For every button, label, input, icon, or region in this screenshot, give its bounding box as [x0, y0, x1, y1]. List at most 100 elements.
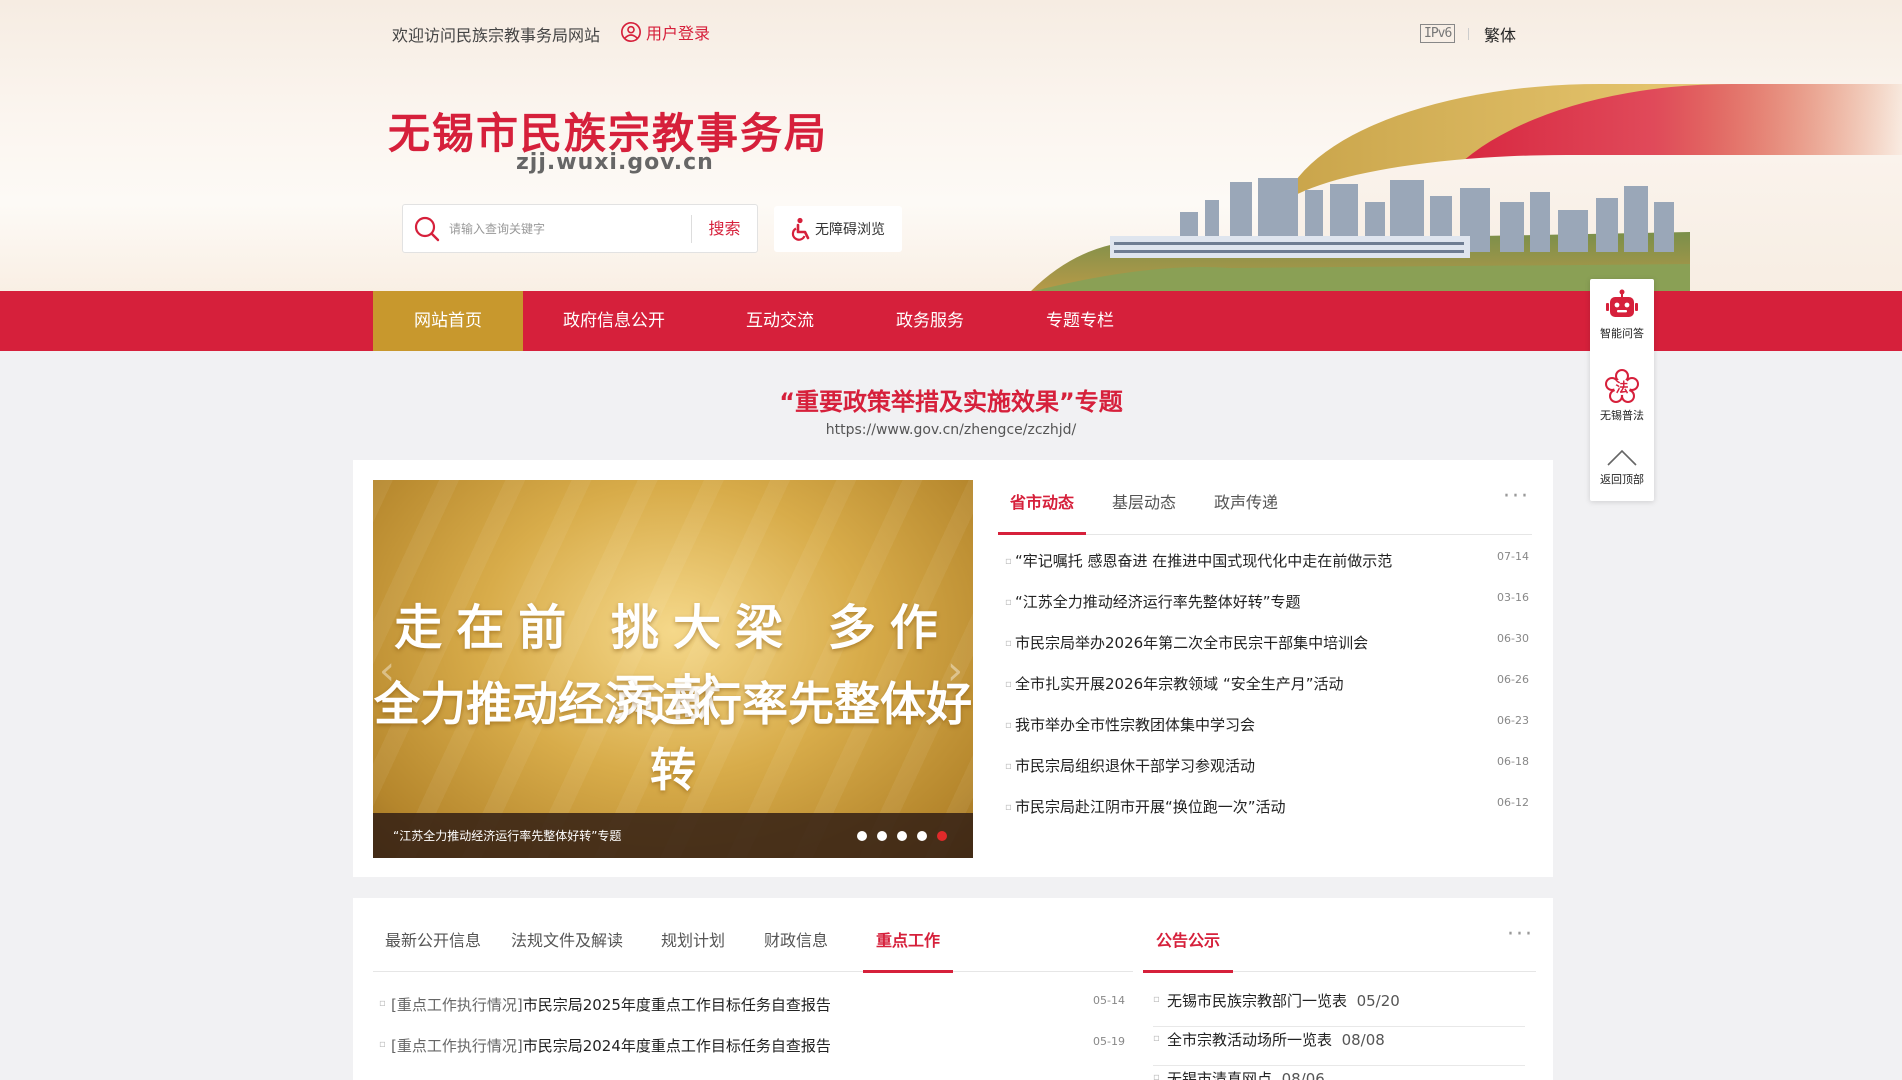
news-date: 06-23: [1497, 714, 1529, 727]
topbar-divider: [1468, 28, 1469, 40]
notice-date: 05/20: [1356, 992, 1400, 1010]
info-title[interactable]: 市民宗局2025年度重点工作目标任务自查报告: [523, 996, 831, 1014]
user-icon: [621, 22, 641, 42]
bullet-icon: ▫: [379, 998, 386, 1009]
search-button[interactable]: 搜索: [691, 215, 757, 243]
news-more-icon[interactable]: ···: [1503, 484, 1530, 509]
news-title[interactable]: 全市扎实开展2026年宗教领域 “安全生产月”活动: [1015, 673, 1344, 694]
special-topic-title[interactable]: “重要政策举措及实施效果”专题: [0, 382, 1902, 417]
bullet-icon: ▫: [1005, 638, 1012, 649]
notice-item[interactable]: ▫ 全市宗教活动场所一览表 08/08: [1153, 1027, 1525, 1066]
notice-title[interactable]: 全市宗教活动场所一览表: [1167, 1031, 1332, 1049]
smart-qa-button[interactable]: 智能问答: [1590, 289, 1654, 341]
tab-city-news[interactable]: 省市动态: [998, 480, 1086, 535]
notice-row[interactable]: 全市宗教活动场所一览表 08/08: [1167, 1029, 1385, 1050]
tab-plans[interactable]: 规划计划: [661, 918, 725, 973]
nav-interaction[interactable]: 互动交流: [705, 291, 855, 351]
info-title[interactable]: 市民宗局2024年度重点工作目标任务自查报告: [523, 1037, 831, 1055]
info-category[interactable]: [重点工作执行情况]: [391, 1037, 523, 1055]
user-login-label: 用户登录: [646, 24, 711, 43]
bullet-icon: ▫: [1153, 1033, 1160, 1044]
notice-item[interactable]: ▫ 无锡市民族宗教部门一览表 05/20: [1153, 988, 1525, 1027]
carousel-dot[interactable]: [877, 831, 887, 841]
nav-special-topics[interactable]: 专题专栏: [1005, 291, 1155, 351]
bullet-icon: ▫: [379, 1039, 386, 1050]
bullet-icon: ▫: [1153, 1072, 1160, 1080]
info-item[interactable]: ▫ [重点工作执行情况]市民宗局2024年度重点工作目标任务自查报告 05-19: [379, 1035, 1125, 1076]
carousel-prev-icon[interactable]: ‹: [379, 648, 395, 694]
special-topic-url[interactable]: https://www.gov.cn/zhengce/zczhjd/: [0, 422, 1902, 438]
news-title[interactable]: 市民宗局举办2026年第二次全市民宗干部集中培训会: [1015, 632, 1368, 653]
carousel-caption[interactable]: “江苏全力推动经济运行率先整体好转”专题: [393, 827, 621, 844]
info-tabs: 最新公开信息 法规文件及解读 规划计划 财政信息 重点工作: [373, 918, 1133, 973]
site-header: 欢迎访问民族宗教事务局网站 用户登录 IPv6 繁体 无锡市民族宗教事务局 zj…: [0, 0, 1902, 291]
tab-policy-voice[interactable]: 政声传递: [1214, 480, 1278, 535]
notice-date: 08/08: [1341, 1031, 1385, 1049]
info-date: 05-19: [1093, 1035, 1125, 1048]
news-item[interactable]: ▫ 市民宗局举办2026年第二次全市民宗干部集中培训会 06-30: [1005, 632, 1529, 673]
tab-grassroots-news[interactable]: 基层动态: [1112, 480, 1176, 535]
notice-more-icon[interactable]: ···: [1507, 922, 1534, 947]
welcome-text: 欢迎访问民族宗教事务局网站: [392, 26, 601, 45]
news-item[interactable]: ▫ 市民宗局组织退休干部学习参观活动 06-18: [1005, 755, 1529, 796]
news-date: 03-16: [1497, 591, 1529, 604]
tab-notices[interactable]: 公告公示: [1143, 918, 1233, 973]
traditional-chinese-link[interactable]: 繁体: [1484, 22, 1516, 46]
news-item[interactable]: ▫ 市民宗局赴江阴市开展“换位跑一次”活动 06-12: [1005, 796, 1529, 837]
carousel-dots: [857, 831, 947, 841]
news-title[interactable]: 市民宗局赴江阴市开展“换位跑一次”活动: [1015, 796, 1286, 817]
news-item[interactable]: ▫ “江苏全力推动经济运行率先整体好转”专题 03-16: [1005, 591, 1529, 632]
news-title[interactable]: 市民宗局组织退休干部学习参观活动: [1015, 755, 1255, 776]
search-input[interactable]: [449, 221, 689, 236]
news-item[interactable]: ▫ 我市举办全市性宗教团体集中学习会 06-23: [1005, 714, 1529, 755]
notice-row[interactable]: 无锡市清真网点 08/06: [1167, 1068, 1325, 1080]
news-list: ▫ “牢记嘱托 感恩奋进 在推进中国式现代化中走在前做示范 07-14 ▫ “江苏全力推…: [1005, 550, 1529, 837]
robot-icon: [1606, 289, 1638, 317]
back-to-top-label: 返回顶部: [1600, 473, 1644, 486]
info-category[interactable]: [重点工作执行情况]: [391, 996, 523, 1014]
tab-finance[interactable]: 财政信息: [764, 918, 828, 973]
info-row[interactable]: [重点工作执行情况]市民宗局2025年度重点工作目标任务自查报告: [391, 994, 831, 1015]
info-list: ▫ [重点工作执行情况]市民宗局2025年度重点工作目标任务自查报告 05-14 ▫[…: [379, 994, 1125, 1076]
user-login-link[interactable]: 用户登录: [620, 20, 710, 44]
bullet-icon: ▫: [1005, 761, 1012, 772]
search-icon: [414, 216, 440, 241]
bullet-icon: ▫: [1005, 597, 1012, 608]
notice-title[interactable]: 无锡市民族宗教部门一览表: [1167, 992, 1347, 1010]
carousel-caption-bar: “江苏全力推动经济运行率先整体好转”专题: [373, 813, 973, 858]
notice-item[interactable]: ▫ 无锡市清真网点 08/06: [1153, 1066, 1525, 1080]
accessibility-label: 无障碍浏览: [815, 222, 885, 238]
nav-home[interactable]: 网站首页: [373, 291, 523, 351]
carousel-dot-active[interactable]: [937, 831, 947, 841]
news-item[interactable]: ▫ 全市扎实开展2026年宗教领域 “安全生产月”活动 06-26: [1005, 673, 1529, 714]
news-title[interactable]: “江苏全力推动经济运行率先整体好转”专题: [1015, 591, 1301, 612]
chevron-up-icon: [1607, 449, 1637, 466]
bullet-icon: ▫: [1005, 679, 1012, 690]
wheelchair-icon: [791, 217, 810, 241]
news-title[interactable]: “牢记嘱托 感恩奋进 在推进中国式现代化中走在前做示范: [1015, 550, 1392, 571]
notice-list: ▫ 无锡市民族宗教部门一览表 05/20 ▫ 全市宗教活动场所一览表 08/08 ▫ 无锡…: [1153, 988, 1525, 1080]
notice-row[interactable]: 无锡市民族宗教部门一览表 05/20: [1167, 990, 1400, 1011]
news-title[interactable]: 我市举办全市性宗教团体集中学习会: [1015, 714, 1255, 735]
image-carousel[interactable]: 走在前 挑大梁 多作贡献 全力推动经济运行率先整体好转 ‹ › “江苏全力推动经…: [373, 480, 973, 858]
info-item[interactable]: ▫ [重点工作执行情况]市民宗局2025年度重点工作目标任务自查报告 05-14: [379, 994, 1125, 1035]
back-to-top-button[interactable]: 返回顶部: [1590, 445, 1654, 487]
news-date: 07-14: [1497, 550, 1529, 563]
nav-gov-info[interactable]: 政府信息公开: [523, 291, 705, 351]
carousel-dot[interactable]: [917, 831, 927, 841]
news-item[interactable]: ▫ “牢记嘱托 感恩奋进 在推进中国式现代化中走在前做示范 07-14: [1005, 550, 1529, 591]
carousel-next-icon[interactable]: ›: [947, 648, 963, 694]
city-skyline-image: [1031, 178, 1690, 291]
tab-latest-info[interactable]: 最新公开信息: [385, 918, 481, 973]
tab-key-work[interactable]: 重点工作: [863, 918, 953, 973]
search-box: 搜索: [402, 204, 758, 253]
info-date: 05-14: [1093, 994, 1125, 1007]
nav-gov-service[interactable]: 政务服务: [855, 291, 1005, 351]
tab-regulations[interactable]: 法规文件及解读: [511, 918, 623, 973]
carousel-dot[interactable]: [897, 831, 907, 841]
bullet-icon: ▫: [1005, 556, 1012, 567]
notice-title[interactable]: 无锡市清真网点: [1167, 1070, 1272, 1080]
accessibility-button[interactable]: 无障碍浏览: [774, 206, 902, 252]
info-row[interactable]: [重点工作执行情况]市民宗局2024年度重点工作目标任务自查报告: [391, 1035, 831, 1056]
carousel-dot[interactable]: [857, 831, 867, 841]
